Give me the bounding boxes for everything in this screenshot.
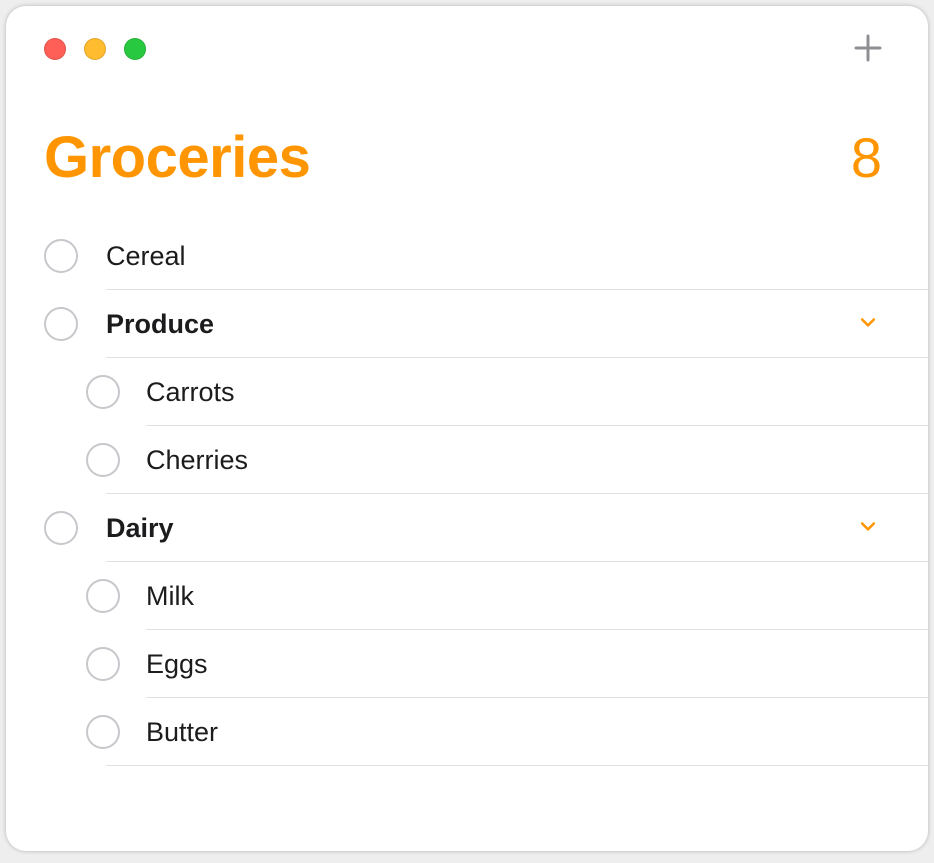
window-close-button[interactable] [44,38,66,60]
reminder-title: Milk [146,581,194,612]
complete-toggle[interactable] [86,443,120,477]
reminder-subrow[interactable]: Butter [6,698,928,766]
reminder-title: Cereal [106,241,186,272]
reminders-list: Cereal Produce Carrots Cherries [6,222,928,766]
reminder-title: Dairy [106,513,174,544]
plus-icon [852,32,884,69]
expand-toggle[interactable] [856,516,880,540]
chevron-down-icon [858,312,878,337]
list-title: Groceries [44,124,310,191]
complete-toggle[interactable] [86,375,120,409]
reminder-title: Butter [146,717,218,748]
app-window: Groceries 8 Cereal Produce Carrots [6,6,928,851]
reminder-subrow[interactable]: Carrots [6,358,928,426]
complete-toggle[interactable] [44,239,78,273]
reminder-subrow[interactable]: Milk [6,562,928,630]
complete-toggle[interactable] [86,715,120,749]
reminder-title: Carrots [146,377,235,408]
reminder-title: Produce [106,309,214,340]
expand-toggle[interactable] [856,312,880,336]
add-reminder-button[interactable] [844,26,892,74]
reminder-title: Eggs [146,649,208,680]
window-zoom-button[interactable] [124,38,146,60]
row-separator [106,765,928,766]
complete-toggle[interactable] [86,647,120,681]
complete-toggle[interactable] [86,579,120,613]
list-header: Groceries 8 [44,124,882,191]
window-minimize-button[interactable] [84,38,106,60]
reminder-subrow[interactable]: Cherries [6,426,928,494]
list-count: 8 [851,125,882,190]
reminder-title: Cherries [146,445,248,476]
reminder-subrow[interactable]: Eggs [6,630,928,698]
reminder-row[interactable]: Cereal [6,222,928,290]
traffic-lights [44,38,146,60]
complete-toggle[interactable] [44,307,78,341]
chevron-down-icon [858,516,878,541]
complete-toggle[interactable] [44,511,78,545]
reminder-group-row[interactable]: Produce [6,290,928,358]
reminder-group-row[interactable]: Dairy [6,494,928,562]
